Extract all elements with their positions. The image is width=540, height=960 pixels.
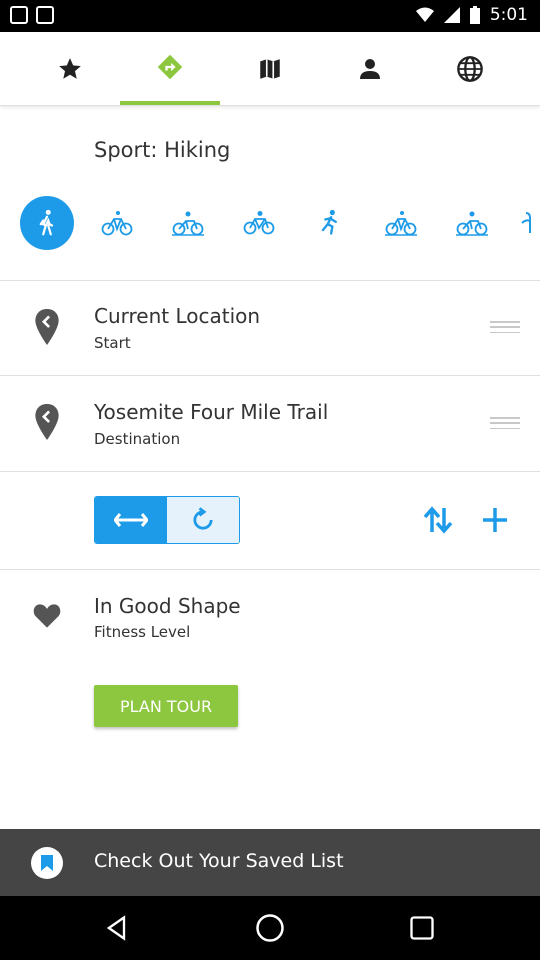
location-pin-icon (33, 309, 61, 345)
back-button[interactable] (101, 912, 133, 944)
home-button[interactable] (254, 912, 286, 944)
saved-list-bar[interactable]: Check Out Your Saved List (0, 829, 540, 896)
plus-icon (483, 508, 507, 532)
more-sport-icon (521, 212, 531, 233)
directions-icon (157, 54, 183, 79)
status-time: 5:01 (489, 5, 528, 25)
fitness-level-subtitle: Fitness Level (94, 623, 191, 641)
battery-icon (469, 6, 480, 24)
bicycle-icon (101, 211, 133, 236)
person-icon (360, 58, 380, 79)
start-location-subtitle: Start (94, 334, 131, 352)
heart-icon (33, 598, 61, 634)
road-bike-icon (243, 211, 275, 235)
plan-tour-button[interactable]: PLAN TOUR (94, 685, 238, 727)
recents-button[interactable] (406, 912, 438, 944)
wifi-icon (415, 7, 434, 22)
swap-icon (423, 506, 453, 534)
tab-directions[interactable] (120, 32, 220, 105)
tab-map[interactable] (220, 32, 320, 105)
sport-option-mountain-bike-2[interactable] (445, 196, 499, 250)
tab-world[interactable] (420, 32, 520, 105)
top-tab-bar (0, 32, 540, 106)
map-icon (260, 58, 280, 79)
sport-option-bicycle[interactable] (90, 196, 144, 250)
saved-list-label: Check Out Your Saved List (94, 850, 344, 872)
round-trip-button[interactable] (167, 497, 239, 543)
home-icon (256, 914, 284, 942)
add-waypoint-button[interactable] (477, 504, 513, 536)
bookmark-icon (31, 847, 63, 879)
back-icon (106, 915, 126, 941)
status-bar: 5:01 (0, 0, 540, 32)
sport-option-more[interactable] (516, 196, 540, 250)
destination-title: Yosemite Four Mile Trail (94, 400, 329, 424)
drag-handle[interactable] (490, 321, 520, 333)
signal-icon (443, 7, 460, 23)
start-location-title: Current Location (94, 304, 261, 328)
sport-option-road-bike[interactable] (232, 196, 286, 250)
system-navigation-bar (0, 896, 540, 960)
round-trip-icon (193, 507, 213, 530)
sport-option-mountain-bike[interactable] (161, 196, 215, 250)
swap-button[interactable] (420, 504, 456, 536)
tab-profile[interactable] (320, 32, 420, 105)
recents-icon (410, 916, 434, 940)
divider (0, 280, 540, 281)
divider (0, 471, 540, 472)
sport-option-running[interactable] (303, 196, 357, 250)
sport-option-hiking[interactable] (20, 196, 74, 250)
notification-icon (36, 6, 54, 24)
one-way-button[interactable] (95, 497, 167, 543)
sport-option-bicycle-2[interactable] (374, 196, 428, 250)
drag-handle[interactable] (490, 417, 520, 429)
one-way-arrow-icon (114, 513, 148, 527)
fitness-level-title: In Good Shape (94, 594, 241, 618)
running-icon (321, 209, 337, 235)
hiking-icon (39, 209, 54, 236)
route-type-toggle (94, 496, 240, 544)
mountain-bike-icon (172, 211, 204, 236)
globe-icon (457, 55, 483, 82)
notification-icon (10, 6, 28, 24)
mountain-bike-icon (456, 211, 488, 236)
sport-selector (0, 196, 540, 252)
star-icon (59, 57, 81, 79)
location-pin-icon (33, 404, 61, 440)
divider (0, 375, 540, 376)
sport-label: Sport: Hiking (94, 138, 231, 162)
bicycle-icon (385, 211, 417, 236)
tab-favorites[interactable] (20, 32, 120, 105)
destination-subtitle: Destination (94, 430, 181, 448)
divider (0, 569, 540, 570)
